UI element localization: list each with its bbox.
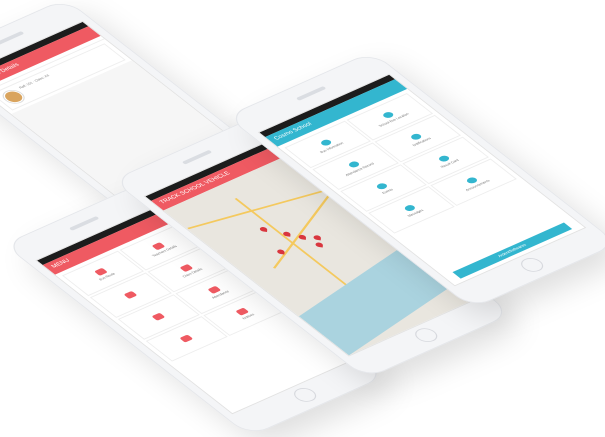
- chart-icon: [178, 334, 193, 343]
- map-road: [187, 187, 335, 230]
- bus-marker-icon[interactable]: [259, 226, 268, 233]
- home-button[interactable]: [516, 255, 548, 275]
- bus-marker-icon[interactable]: [315, 242, 324, 248]
- phone-speaker: [68, 216, 100, 231]
- footer-banner: ArdentSoftwares: [452, 222, 573, 279]
- home-button[interactable]: [289, 385, 321, 405]
- footer-logo-text: ArdentSoftwares: [496, 242, 528, 258]
- phone-speaker: [0, 31, 25, 46]
- menu-title: MENU: [50, 258, 72, 270]
- phone-speaker: [181, 149, 213, 165]
- home-button[interactable]: [410, 325, 442, 345]
- phone-speaker: [295, 86, 327, 101]
- bus-marker-icon[interactable]: [276, 249, 285, 255]
- bus-marker-icon[interactable]: [313, 234, 322, 241]
- calendar-icon: [151, 312, 165, 321]
- bus-marker-icon[interactable]: [298, 234, 307, 240]
- book-icon: [123, 290, 138, 299]
